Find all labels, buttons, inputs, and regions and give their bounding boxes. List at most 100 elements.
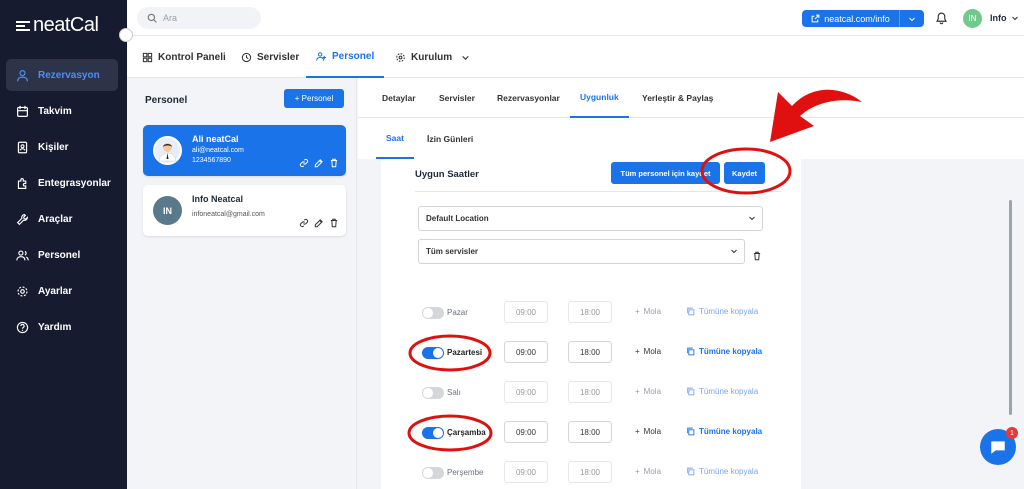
wrench-icon	[16, 213, 28, 225]
tab-servisler[interactable]: Servisler	[241, 36, 299, 78]
sidebar-item-personel[interactable]: Personel	[6, 239, 118, 271]
sidebar-item-ayarlar[interactable]: Ayarlar	[6, 275, 118, 307]
link-icon[interactable]	[299, 158, 309, 168]
main-tabs: Kontrol Paneli Servisler Personel Kurulu…	[127, 36, 1024, 78]
sidebar-item-rezervasyon[interactable]: Rezervasyon	[6, 59, 118, 91]
day-toggle[interactable]	[422, 347, 444, 359]
break-label: Mola	[643, 467, 662, 476]
chevron-down-icon	[909, 17, 915, 21]
sidebar-item-kisiler[interactable]: Kişiler	[6, 131, 118, 163]
tab-label: Personel	[332, 50, 375, 62]
tab-label: Kontrol Paneli	[158, 51, 226, 63]
break-label: Mola	[643, 387, 662, 396]
sidebar-item-yardim[interactable]: Yardım	[6, 311, 118, 343]
sidebar-item-label: Araçlar	[38, 213, 73, 225]
location-select-value: Default Location	[426, 214, 489, 223]
user-name: Info	[990, 13, 1007, 23]
tab-servisler[interactable]: Servisler	[439, 78, 475, 118]
add-break-button[interactable]: + Mola	[635, 467, 661, 476]
start-time-input[interactable]: 09:00	[504, 421, 548, 443]
copy-to-all-button[interactable]: Tümüne kopyala	[686, 427, 762, 436]
tab-kurulum[interactable]: Kurulum	[395, 36, 470, 78]
add-break-button[interactable]: + Mola	[635, 387, 661, 396]
start-time-input[interactable]: 09:00	[504, 381, 548, 403]
tab-saat[interactable]: Saat	[376, 118, 414, 159]
tab-uygunluk[interactable]: Uygunluk	[570, 78, 629, 118]
copy-to-all-button[interactable]: Tümüne kopyala	[686, 307, 758, 316]
avatar: IN	[153, 196, 182, 225]
plus-icon: +	[635, 387, 640, 396]
sidebar-collapse-toggle[interactable]	[119, 28, 133, 42]
staff-detail: Detaylar Servisler Rezervasyonlar Uygunl…	[358, 78, 1024, 489]
save-button[interactable]: Kaydet	[724, 162, 765, 184]
setup-icon	[396, 52, 405, 62]
chevron-down-icon	[1011, 16, 1018, 21]
sidebar: neatCal Rezervasyon Takvim Kişiler Enteg…	[0, 0, 127, 489]
sidebar-item-araclar[interactable]: Araçlar	[6, 203, 118, 235]
tab-personel[interactable]: Personel	[306, 36, 385, 78]
sidebar-item-takvim[interactable]: Takvim	[6, 95, 118, 127]
chat-badge: 1	[1006, 427, 1018, 439]
services-select[interactable]: Tüm servisler	[418, 239, 745, 264]
sidebar-item-entegrasyonlar[interactable]: Entegrasyonlar	[6, 167, 118, 199]
user-menu[interactable]: Info	[990, 13, 1019, 23]
tab-yerlestir-paylas[interactable]: Yerleştir & Paylaş	[642, 78, 713, 118]
end-time-input[interactable]: 18:00	[568, 341, 612, 363]
copy-to-all-button[interactable]: Tümüne kopyala	[686, 387, 758, 396]
clock-icon	[241, 52, 252, 62]
break-label: Mola	[643, 307, 662, 316]
trash-icon[interactable]	[329, 218, 339, 228]
search-input[interactable]: Ara	[137, 7, 261, 29]
sidebar-item-label: Personel	[38, 249, 81, 261]
trash-icon[interactable]	[329, 158, 339, 168]
avatar[interactable]: IN	[963, 9, 982, 28]
location-select[interactable]: Default Location	[418, 206, 763, 231]
end-time-input[interactable]: 18:00	[568, 461, 612, 483]
add-staff-button[interactable]: + Personel	[284, 89, 344, 108]
copy-to-all-button[interactable]: Tümüne kopyala	[686, 347, 762, 356]
staff-card[interactable]: IN Info Neatcal infoneatcal@gmail.com	[143, 185, 346, 236]
start-time-input[interactable]: 09:00	[504, 301, 548, 323]
chevron-down-icon	[462, 55, 469, 60]
scrollbar[interactable]	[1009, 200, 1012, 415]
start-time-input[interactable]: 09:00	[504, 341, 548, 363]
edit-icon[interactable]	[314, 158, 324, 168]
contacts-icon	[17, 141, 28, 153]
add-break-button[interactable]: + Mola	[635, 307, 661, 316]
chevron-down-icon	[731, 249, 737, 254]
plus-icon: +	[635, 467, 640, 476]
day-toggle[interactable]	[422, 307, 444, 319]
copy-label: Tümüne kopyala	[699, 387, 759, 396]
tab-detaylar[interactable]: Detaylar	[382, 78, 416, 118]
day-toggle[interactable]	[422, 387, 444, 399]
tab-izin-gunleri[interactable]: İzin Günleri	[427, 118, 473, 159]
availability-panel: Uygun Saatler Tüm personel için kaydet K…	[381, 159, 801, 489]
end-time-input[interactable]: 18:00	[568, 381, 612, 403]
public-url-button[interactable]: neatcal.com/info	[802, 10, 924, 27]
add-break-button[interactable]: + Mola	[635, 347, 661, 356]
staff-card[interactable]: Ali neatCal ali@neatcal.com 1234567890	[143, 125, 346, 176]
end-time-input[interactable]: 18:00	[568, 301, 612, 323]
edit-icon[interactable]	[314, 218, 324, 228]
tab-kontrol-paneli[interactable]: Kontrol Paneli	[142, 36, 226, 78]
add-break-button[interactable]: + Mola	[635, 427, 661, 436]
staff-panel-title: Personel	[145, 95, 188, 106]
day-toggle[interactable]	[422, 427, 444, 439]
bell-icon[interactable]	[935, 11, 948, 25]
sidebar-item-label: Kişiler	[38, 141, 69, 153]
day-toggle[interactable]	[422, 467, 444, 479]
chat-icon	[991, 441, 1005, 454]
trash-icon[interactable]	[752, 251, 762, 261]
save-all-staff-button[interactable]: Tüm personel için kaydet	[611, 162, 720, 184]
url-dropdown-button[interactable]	[900, 15, 924, 23]
help-icon	[16, 321, 29, 333]
day-row-carsamba: Çarşamba 09:00 18:00 + Mola Tümüne kopyal…	[422, 421, 782, 445]
tab-rezervasyonlar[interactable]: Rezervasyonlar	[497, 78, 560, 118]
end-time-input[interactable]: 18:00	[568, 421, 612, 443]
link-icon[interactable]	[299, 218, 309, 228]
logo[interactable]: neatCal	[16, 14, 99, 37]
copy-to-all-button[interactable]: Tümüne kopyala	[686, 467, 758, 476]
puzzle-icon	[17, 177, 27, 189]
start-time-input[interactable]: 09:00	[504, 461, 548, 483]
day-row-persembe: Perşembe 09:00 18:00 + Mola Tümüne kopyal…	[422, 461, 782, 485]
